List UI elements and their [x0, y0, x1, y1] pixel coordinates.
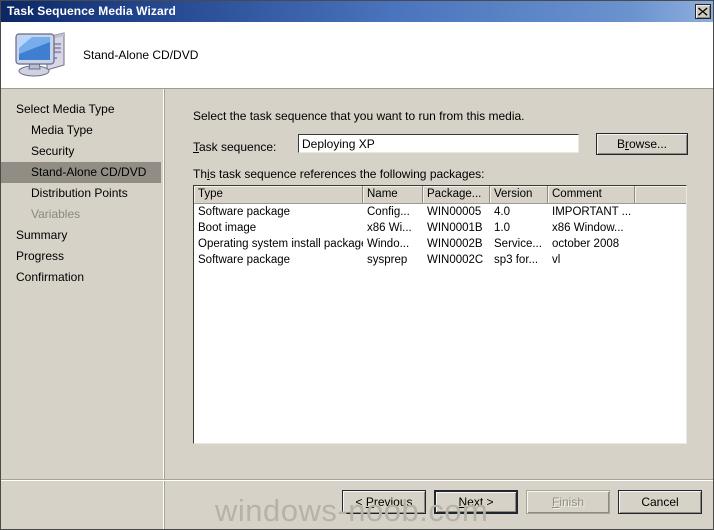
- main-panel: Select the task sequence that you want t…: [165, 89, 713, 529]
- wizard-header-title: Stand-Alone CD/DVD: [83, 48, 199, 62]
- column-header-name[interactable]: Name: [363, 186, 423, 203]
- table-cell: october 2008: [552, 238, 620, 250]
- column-header-version[interactable]: Version: [490, 186, 548, 203]
- listview-body: Software package Config... WIN00005 4.0 IMPO…: [194, 204, 686, 268]
- table-cell: Service...: [494, 238, 542, 250]
- table-cell: WIN0002C: [427, 254, 484, 266]
- column-header-comment[interactable]: Comment: [548, 186, 635, 203]
- window-title: Task Sequence Media Wizard: [7, 4, 176, 18]
- sidebar-item-progress[interactable]: Progress: [1, 246, 64, 267]
- close-button[interactable]: [695, 4, 711, 19]
- task-sequence-media-wizard-window: Task Sequence Media Wizard Stand-Alone C…: [0, 0, 714, 530]
- table-cell: Software package: [198, 254, 291, 266]
- table-cell: [635, 252, 686, 268]
- table-cell: WIN0001B: [427, 222, 483, 234]
- table-cell: Windo...: [367, 238, 410, 250]
- table-cell: WIN00005: [427, 206, 482, 218]
- table-cell: x86 Wi...: [367, 222, 412, 234]
- instruction-text: Select the task sequence that you want t…: [193, 109, 525, 123]
- table-cell: vl: [552, 254, 561, 266]
- column-header-package[interactable]: Package...: [423, 186, 490, 203]
- wizard-header: Stand-Alone CD/DVD: [1, 22, 713, 89]
- sidebar-item-summary[interactable]: Summary: [1, 225, 67, 246]
- sidebar-item-confirmation[interactable]: Confirmation: [1, 267, 84, 288]
- table-cell: Boot image: [198, 222, 257, 234]
- table-cell: [635, 236, 686, 252]
- table-row[interactable]: Software package sysprep WIN0002C sp3 for..…: [194, 252, 686, 268]
- table-cell: sp3 for...: [494, 254, 539, 266]
- task-sequence-label: Task sequence:: [193, 140, 277, 154]
- sidebar-item-variables: Variables: [31, 207, 81, 221]
- table-cell: x86 Window...: [552, 222, 624, 234]
- task-sequence-input[interactable]: [298, 134, 579, 153]
- table-cell: 4.0: [494, 206, 510, 218]
- footer-separator: [1, 479, 713, 481]
- table-row[interactable]: Software package Config... WIN00005 4.0 IMPO…: [194, 204, 686, 220]
- table-cell: IMPORTANT ...: [552, 206, 632, 218]
- cancel-button[interactable]: Cancel: [618, 490, 702, 514]
- sidebar-item-select-media-type[interactable]: Select Media Type: [1, 99, 115, 120]
- finish-button: Finish: [526, 490, 610, 514]
- table-cell: [635, 220, 686, 236]
- listview-header: Type Name Package... Version Comment: [194, 186, 686, 204]
- column-header-blank[interactable]: [635, 186, 686, 203]
- computer-icon: [15, 32, 65, 77]
- sidebar-item-media-type[interactable]: Media Type: [1, 120, 93, 141]
- title-bar[interactable]: Task Sequence Media Wizard: [1, 1, 713, 22]
- referenced-packages-listview[interactable]: Type Name Package... Version Comment Softwar…: [193, 185, 687, 444]
- sidebar-item-distribution-points[interactable]: Distribution Points: [1, 183, 128, 204]
- browse-button[interactable]: Browse...: [596, 133, 688, 155]
- wizard-step-sidebar: Select Media Type Media Type Security Stand…: [1, 89, 164, 529]
- table-cell: Operating system install package: [198, 238, 363, 250]
- table-cell: sysprep: [367, 254, 408, 266]
- table-row[interactable]: Operating system install package Windo...…: [194, 236, 686, 252]
- previous-button[interactable]: < Previous: [342, 490, 426, 514]
- table-cell: Software package: [198, 206, 291, 218]
- table-cell: [635, 204, 686, 220]
- sidebar-item-security[interactable]: Security: [1, 141, 74, 162]
- column-header-type[interactable]: Type: [194, 186, 363, 203]
- close-icon: [698, 7, 708, 16]
- sidebar-item-stand-alone-cd-dvd[interactable]: Stand-Alone CD/DVD: [1, 162, 161, 183]
- table-row[interactable]: Boot image x86 Wi... WIN0001B 1.0 x86 Window…: [194, 220, 686, 236]
- table-cell: Config...: [367, 206, 410, 218]
- next-button[interactable]: Next >: [434, 490, 518, 514]
- table-cell: WIN0002B: [427, 238, 483, 250]
- packages-label: This task sequence references the follow…: [193, 167, 485, 181]
- table-cell: 1.0: [494, 222, 510, 234]
